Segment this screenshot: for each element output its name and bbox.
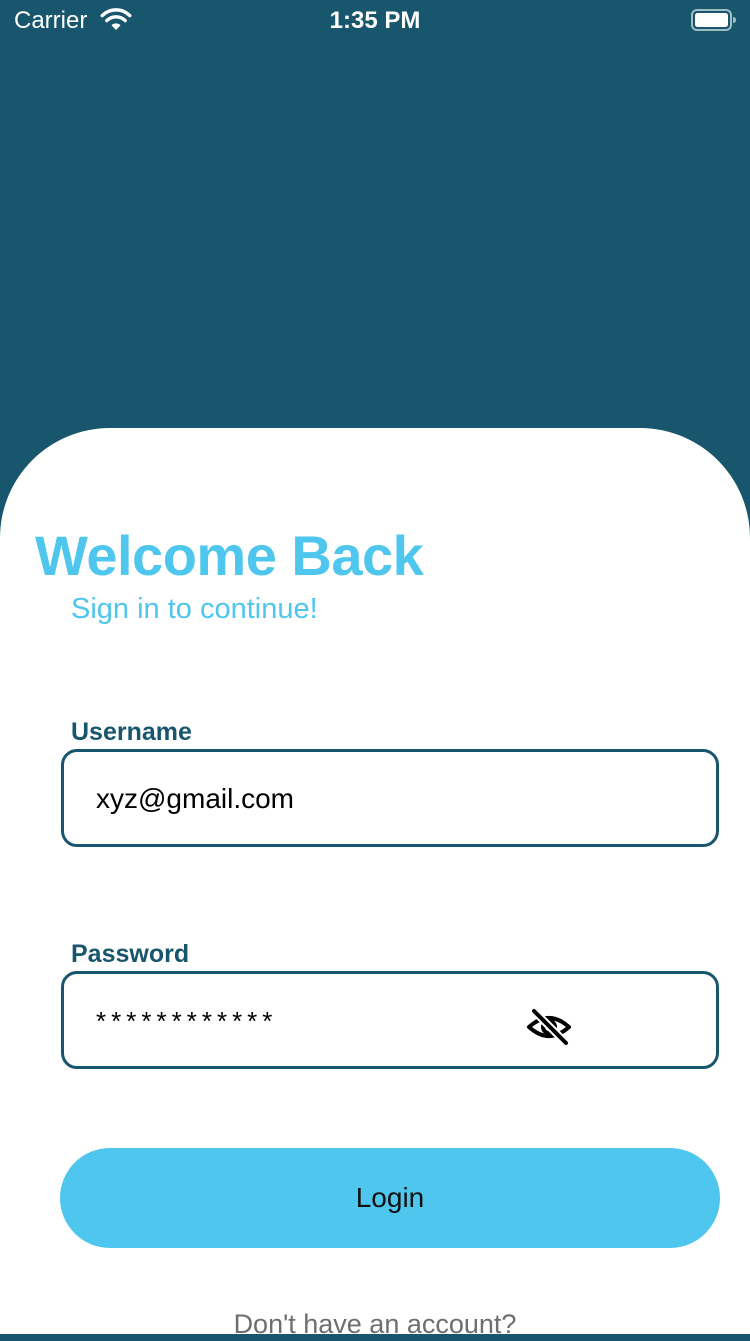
battery-icon [691, 9, 736, 31]
username-field[interactable]: xyz@gmail.com [61, 749, 719, 847]
status-time: 1:35 PM [329, 7, 421, 34]
status-bar: Carrier 1:35 PM [0, 0, 750, 40]
username-value: xyz@gmail.com [96, 783, 295, 814]
password-value: ************ [96, 1006, 278, 1036]
signup-link[interactable]: Don't have an account? [0, 1307, 750, 1341]
password-label: Password [71, 940, 190, 968]
username-label: Username [71, 718, 192, 746]
page-title: Welcome Back [35, 524, 424, 587]
login-button[interactable]: Login [60, 1148, 720, 1248]
page-subtitle: Sign in to continue! [71, 593, 318, 625]
eye-off-icon[interactable] [526, 1007, 572, 1047]
password-field[interactable]: ************ [61, 971, 719, 1069]
